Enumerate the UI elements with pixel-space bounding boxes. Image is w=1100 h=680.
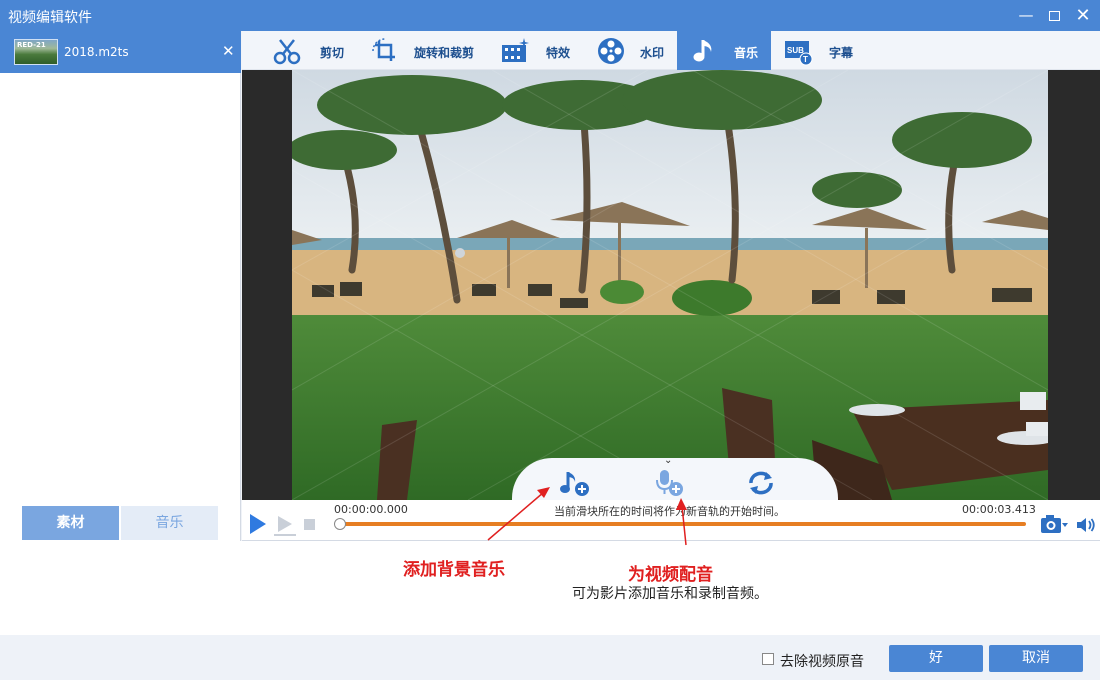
tab-music[interactable]: 音乐 bbox=[677, 31, 771, 70]
music-info-panel: 可为影片添加音乐和录制音频。 bbox=[0, 541, 1100, 635]
svg-text:SUB: SUB bbox=[787, 46, 804, 55]
maximize-button[interactable] bbox=[1040, 0, 1068, 31]
close-window-button[interactable]: ✕ bbox=[1069, 0, 1097, 31]
remove-original-audio-label: 去除视频原音 bbox=[780, 654, 864, 670]
collapse-arrow-icon[interactable]: ⌄ bbox=[664, 455, 672, 466]
refresh-audio-button[interactable] bbox=[744, 468, 778, 498]
playback-timeline: 00:00:00.000 当前滑块所在的时间将作为新音轨的开始时间。 00:00… bbox=[242, 500, 1100, 541]
thumbnail-stamp: RED-21 bbox=[17, 41, 46, 49]
dialog-footer: 去除视频原音 好 取消 bbox=[0, 635, 1100, 680]
cancel-button[interactable]: 取消 bbox=[989, 645, 1083, 672]
tab-cut-label: 剪切 bbox=[320, 46, 345, 60]
ok-button[interactable]: 好 bbox=[889, 645, 983, 672]
media-file-name: 2018.m2ts bbox=[64, 45, 129, 59]
tab-watermark-label: 水印 bbox=[640, 46, 665, 60]
subtitle-icon: SUB T bbox=[785, 41, 813, 66]
record-voiceover-button[interactable] bbox=[652, 468, 686, 498]
window-title: 视频编辑软件 bbox=[8, 10, 92, 26]
effects-icon bbox=[502, 38, 529, 62]
media-panel: RED-21 2018.m2ts ✕ 素材 音乐 bbox=[0, 31, 241, 541]
beach-scene-image bbox=[292, 70, 1048, 500]
media-tabs: 素材 音乐 bbox=[22, 506, 218, 540]
remove-file-icon[interactable]: ✕ bbox=[222, 42, 235, 60]
add-microphone-icon bbox=[656, 470, 683, 496]
tab-subtitle-label: 字幕 bbox=[829, 46, 854, 60]
minimize-button[interactable]: — bbox=[1012, 0, 1040, 31]
stop-icon[interactable] bbox=[304, 519, 315, 530]
timeline-start-time: 00:00:00.000 bbox=[334, 503, 408, 516]
media-file-item[interactable]: RED-21 2018.m2ts ✕ bbox=[0, 31, 241, 73]
annotation-voiceover: 为视频配音 bbox=[628, 565, 713, 585]
tab-music-library[interactable]: 音乐 bbox=[121, 506, 218, 540]
tab-watermark[interactable]: 水印 bbox=[596, 31, 676, 70]
volume-icon[interactable] bbox=[1076, 516, 1096, 534]
tab-subtitle[interactable]: SUB T 字幕 bbox=[783, 31, 863, 70]
tab-effects-label: 特效 bbox=[546, 46, 571, 60]
cut-icon bbox=[273, 39, 301, 65]
tab-cut[interactable]: 剪切 bbox=[272, 31, 352, 70]
remove-original-audio-checkbox[interactable] bbox=[762, 653, 774, 665]
music-description: 可为影片添加音乐和录制音频。 bbox=[572, 586, 768, 602]
timeline-slider-handle[interactable] bbox=[334, 518, 346, 530]
add-background-music-button[interactable] bbox=[558, 468, 592, 498]
play-next-underline bbox=[274, 534, 296, 536]
refresh-icon bbox=[749, 471, 773, 495]
timeline-track[interactable] bbox=[340, 522, 1026, 526]
tab-rotate-crop[interactable]: 旋转和裁剪 bbox=[370, 31, 488, 70]
snapshot-camera-icon[interactable] bbox=[1040, 514, 1068, 534]
timeline-hint: 当前滑块所在的时间将作为新音轨的开始时间。 bbox=[554, 505, 785, 518]
svg-text:T: T bbox=[803, 55, 808, 64]
tab-rotate-crop-label: 旋转和裁剪 bbox=[414, 46, 475, 60]
timeline-end-time: 00:00:03.413 bbox=[962, 503, 1036, 516]
tab-music-label: 音乐 bbox=[734, 46, 759, 60]
tab-materials[interactable]: 素材 bbox=[22, 506, 119, 540]
video-frame bbox=[292, 70, 1048, 500]
music-action-panel: ⌄ bbox=[512, 455, 838, 500]
add-music-icon bbox=[560, 472, 589, 496]
editing-toolbar: 剪切 旋转和裁剪 特效 水印 音乐 SUB T 字幕 bbox=[242, 31, 1100, 70]
watermark-icon bbox=[598, 38, 624, 64]
video-thumbnail: RED-21 bbox=[14, 39, 58, 65]
music-note-icon bbox=[693, 40, 712, 62]
title-bar: 视频编辑软件 — ✕ bbox=[0, 0, 1100, 31]
rotate-crop-icon bbox=[372, 38, 395, 61]
tab-effects[interactable]: 特效 bbox=[500, 31, 580, 70]
video-preview bbox=[242, 70, 1100, 500]
annotation-add-bgm: 添加背景音乐 bbox=[403, 560, 505, 580]
play-icon[interactable] bbox=[250, 514, 266, 534]
maximize-icon bbox=[1048, 10, 1060, 21]
play-next-icon[interactable] bbox=[278, 516, 292, 532]
